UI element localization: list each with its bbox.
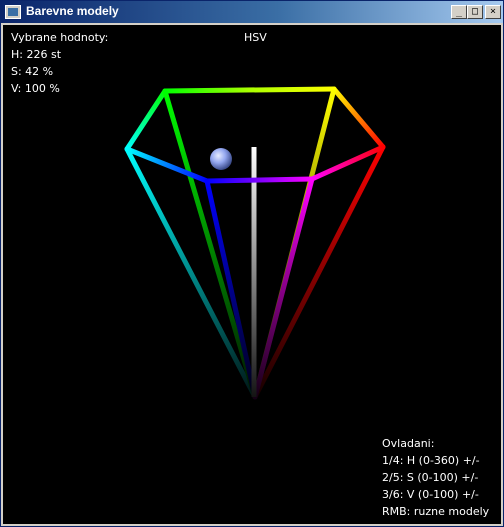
model-label: HSV — [244, 31, 267, 44]
saturation-readout: S: 42 % — [11, 65, 54, 78]
close-button[interactable]: × — [485, 5, 501, 19]
top-edge-blue-magenta — [204, 176, 315, 184]
side-edge-red — [252, 144, 386, 400]
controls-heading: Ovladani: — [382, 437, 435, 450]
top-edge-yellow-red — [331, 86, 386, 150]
title-bar[interactable]: Barevne modely _ □ × — [1, 1, 503, 23]
side-edge-blue — [204, 178, 258, 400]
controls-model-line: RMB: ruzne modely — [382, 505, 490, 518]
render-canvas[interactable]: Vybrane hodnoty: H: 226 st S: 42 % V: 10… — [3, 25, 501, 524]
top-edge-cyan-green — [124, 88, 168, 152]
value-readout: V: 100 % — [11, 82, 60, 95]
readout-heading: Vybrane hodnoty: — [11, 31, 109, 44]
app-icon[interactable] — [5, 5, 21, 19]
controls-saturation-line: 2/5: S (0-100) +/- — [382, 471, 479, 484]
window-title: Barevne modely — [26, 4, 119, 18]
maximize-button[interactable]: □ — [467, 5, 483, 19]
selected-color-marker — [210, 148, 232, 170]
controls-value-line: 3/6: V (0-100) +/- — [382, 488, 479, 501]
side-edge-magenta — [252, 176, 315, 400]
minimize-button[interactable]: _ — [451, 5, 467, 19]
app-window: Barevne modely _ □ × Vybrane hodnoty: H:… — [0, 0, 504, 527]
controls-hue-line: 1/4: H (0-360) +/- — [382, 454, 480, 467]
top-edge-green-yellow — [162, 86, 337, 94]
hue-readout: H: 226 st — [11, 48, 62, 61]
